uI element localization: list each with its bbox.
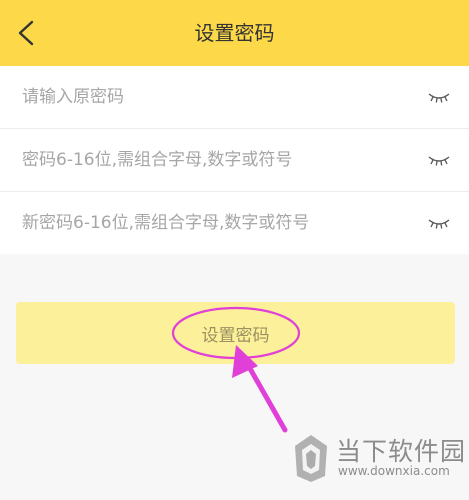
watermark-title: 当下软件园 <box>336 437 467 466</box>
password-input[interactable] <box>16 129 406 191</box>
app-header: 设置密码 <box>0 0 469 66</box>
old-password-input[interactable] <box>16 66 406 128</box>
watermark-url: www.downxia.com <box>338 464 450 478</box>
old-password-field <box>0 66 469 129</box>
new-password-input[interactable] <box>16 192 406 254</box>
eye-closed-icon[interactable] <box>427 151 451 169</box>
password-form <box>0 66 469 254</box>
eye-closed-icon[interactable] <box>427 214 451 232</box>
new-password-field <box>0 192 469 254</box>
set-password-button[interactable]: 设置密码 <box>16 302 455 364</box>
page-title: 设置密码 <box>194 21 275 45</box>
password-field <box>0 129 469 192</box>
watermark: 当下软件园 www.downxia.com <box>290 428 465 492</box>
chevron-left-icon[interactable] <box>10 14 46 52</box>
eye-closed-icon[interactable] <box>427 88 451 106</box>
pointer-arrow-shaft <box>245 362 288 433</box>
downxia-logo-icon <box>295 435 327 482</box>
